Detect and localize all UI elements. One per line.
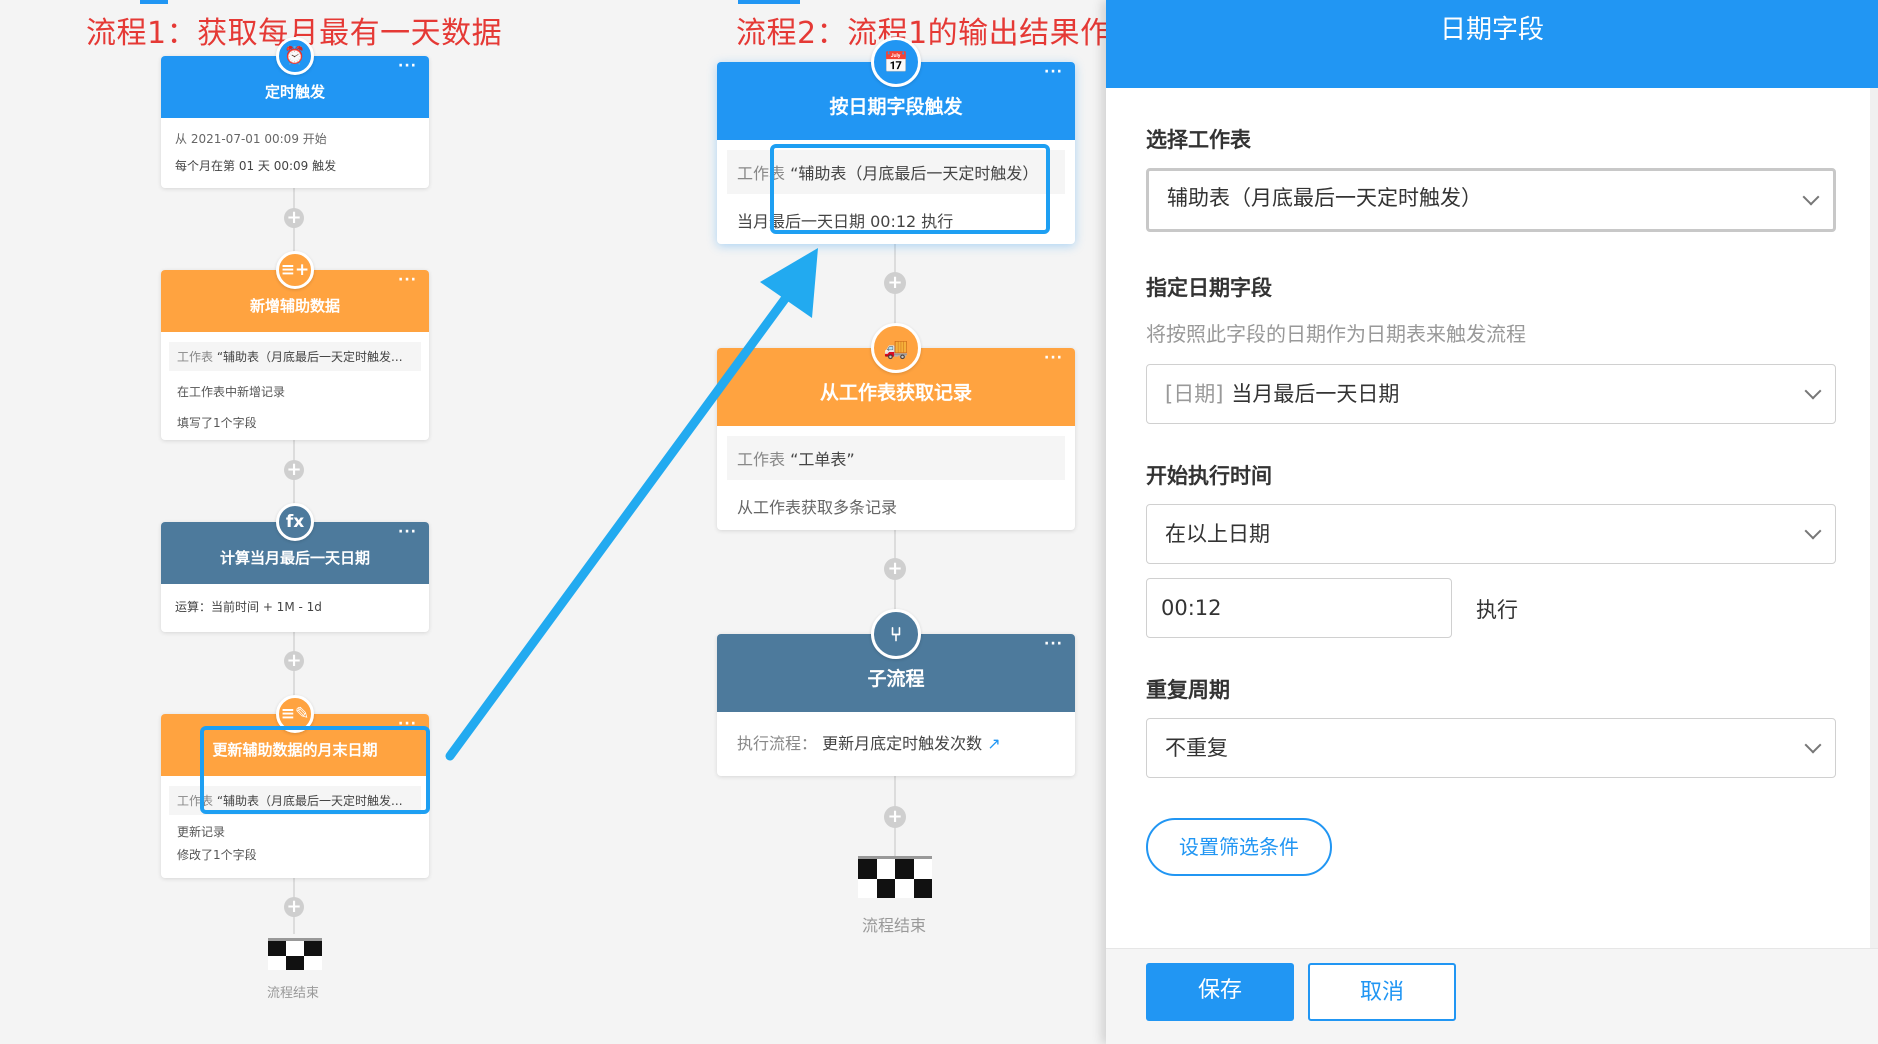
field-type-tag: [日期] [1165,382,1224,406]
cancel-button[interactable]: 取消 [1308,963,1456,1021]
set-filter-button[interactable]: 设置筛选条件 [1146,818,1332,876]
workflow-canvas: 流程1：获取每月最有一天数据 流程2：流程1的输出结果作为流程2的触发 + + … [0,0,1313,1044]
chevron-down-icon [1802,188,1820,206]
repeat-label: 重复周期 [1146,678,1230,702]
arrow-shaft [445,287,795,761]
date-field-select[interactable]: [日期] 当月最后一天日期 [1146,364,1836,424]
panel-footer: 保存 取消 [1106,948,1878,1044]
date-field-label: 指定日期字段 [1146,276,1272,300]
start-date-select[interactable]: 在以上日期 [1146,504,1836,564]
annotation-arrow [445,248,818,761]
chevron-down-icon [1804,522,1822,540]
repeat-select[interactable]: 不重复 [1146,718,1836,778]
chevron-down-icon [1804,382,1822,400]
chevron-down-icon [1804,736,1822,754]
date-field-panel: 日期字段 选择工作表 辅助表（月底最后一天定时触发） 指定日期字段 将按照此字段… [1106,0,1878,1044]
panel-title: 日期字段 [1106,0,1878,88]
worksheet-select[interactable]: 辅助表（月底最后一天定时触发） [1146,168,1836,232]
time-input[interactable]: 00:12 [1146,578,1452,638]
scrollbar[interactable] [1870,88,1878,948]
date-field-hint: 将按照此字段的日期作为日期表来触发流程 [1146,322,1526,346]
repeat-select-value: 不重复 [1165,736,1228,760]
start-time-label: 开始执行时间 [1146,464,1272,488]
start-date-select-value: 在以上日期 [1165,522,1270,546]
worksheet-select-value: 辅助表（月底最后一天定时触发） [1167,186,1482,210]
save-button[interactable]: 保存 [1146,963,1294,1021]
arrow-head [760,248,818,318]
worksheet-label: 选择工作表 [1146,128,1251,152]
time-suffix: 执行 [1476,598,1518,622]
date-field-select-value: 当月最后一天日期 [1231,382,1400,406]
